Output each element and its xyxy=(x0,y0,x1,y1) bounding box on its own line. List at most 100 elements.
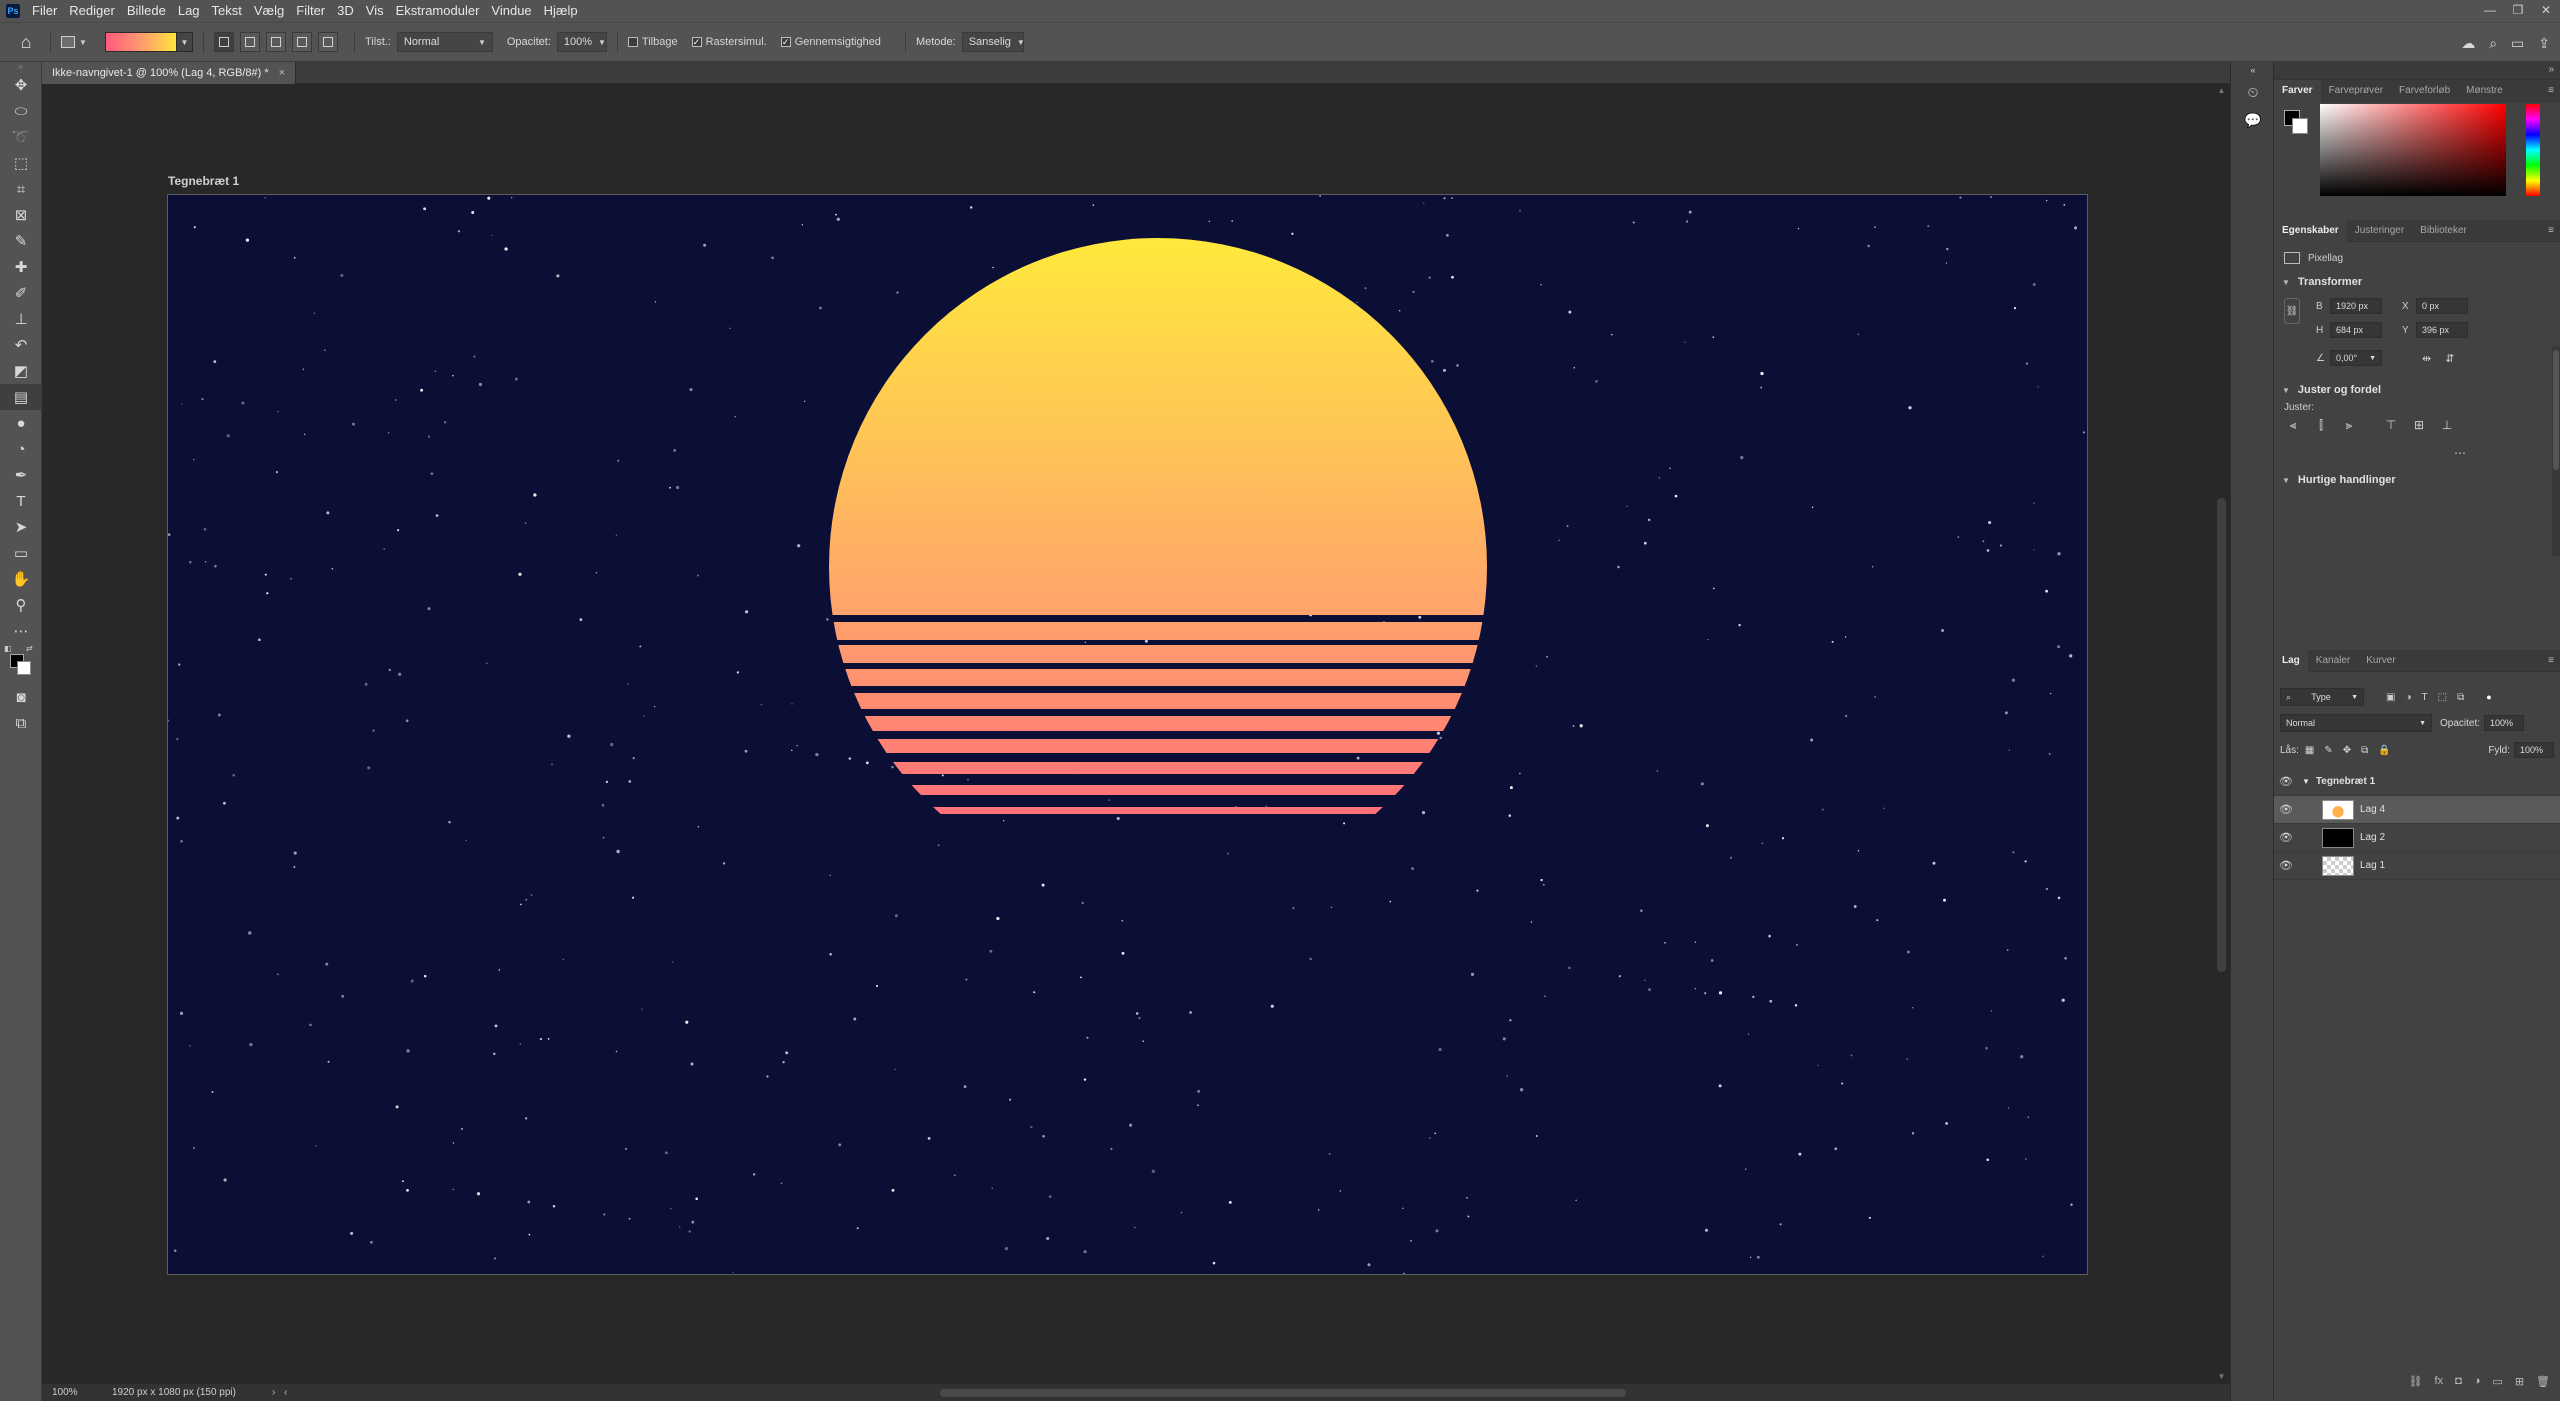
flip-horizontal-icon[interactable]: ⇹ xyxy=(2422,352,2431,365)
properties-scroll-thumb[interactable] xyxy=(2553,350,2559,470)
hand-tool-icon[interactable]: ✋ xyxy=(0,566,42,592)
delete-layer-icon[interactable]: 🗑 xyxy=(2536,1375,2550,1388)
tab-properties[interactable]: Egenskaber xyxy=(2274,219,2347,242)
menu-image[interactable]: Billede xyxy=(121,0,172,22)
new-group-icon[interactable]: ▭ xyxy=(2492,1375,2502,1388)
panel-background-swatch[interactable] xyxy=(2292,118,2308,134)
tab-colors[interactable]: Farver xyxy=(2274,79,2321,102)
filter-shape-icon[interactable]: ⬚ xyxy=(2438,692,2447,703)
menu-plugins[interactable]: Ekstramoduler xyxy=(390,0,486,22)
lock-transparent-icon[interactable]: ▦ xyxy=(2305,745,2314,756)
vertical-scrollbar[interactable]: ▲ ▼ xyxy=(2213,84,2230,1383)
zoom-level[interactable]: 100% xyxy=(42,1387,112,1398)
move-tool-icon[interactable]: ✥ xyxy=(0,72,42,98)
tab-libraries[interactable]: Biblioteker xyxy=(2412,220,2475,242)
menu-file[interactable]: Filer xyxy=(26,0,63,22)
eraser-tool-icon[interactable]: ◩ xyxy=(0,358,42,384)
artboard-label[interactable]: Tegnebræt 1 xyxy=(168,174,239,188)
clone-stamp-tool-icon[interactable]: ⊥ xyxy=(0,306,42,332)
default-colors-icon[interactable]: ◧ xyxy=(4,644,12,653)
transform-section-header[interactable]: ▼ Transformer xyxy=(2282,276,2362,288)
menu-3d[interactable]: 3D xyxy=(331,0,360,22)
chevron-down-icon[interactable]: ▼ xyxy=(2302,777,2310,786)
layer-style-icon[interactable]: fx xyxy=(2435,1375,2444,1387)
more-options-icon[interactable]: ⋯ xyxy=(2454,446,2466,460)
hue-slider[interactable] xyxy=(2526,104,2540,196)
link-layers-icon[interactable]: ⛓ xyxy=(2409,1375,2423,1388)
method-dropdown[interactable]: Sanselig ▼ xyxy=(961,32,1025,52)
menu-filter[interactable]: Filter xyxy=(290,0,331,22)
reflected-gradient-button[interactable] xyxy=(292,32,312,52)
home-icon[interactable]: ⌂ xyxy=(12,28,40,56)
healing-brush-tool-icon[interactable]: ✚ xyxy=(0,254,42,280)
align-hcenter-icon[interactable]: ⫿ xyxy=(2312,416,2330,434)
tab-layers[interactable]: Lag xyxy=(2274,649,2308,672)
screen-mode-icon[interactable]: ⧉ xyxy=(0,710,42,736)
link-dimensions-icon[interactable]: ⛓ xyxy=(2284,298,2300,324)
scroll-down-arrow-icon[interactable]: ▼ xyxy=(2213,1372,2230,1381)
menu-window[interactable]: Vindue xyxy=(485,0,537,22)
rectangle-tool-icon[interactable]: ▭ xyxy=(0,540,42,566)
swap-colors-icon[interactable]: ⇄ xyxy=(26,644,33,653)
tab-adjustments[interactable]: Justeringer xyxy=(2347,220,2412,242)
photoshop-logo-icon[interactable]: Ps xyxy=(6,4,20,18)
reverse-checkbox[interactable]: Tilbage xyxy=(627,36,678,48)
blend-mode-dropdown[interactable]: Normal ▼ xyxy=(2280,714,2432,732)
lock-image-icon[interactable]: ✎ xyxy=(2324,745,2332,756)
collapse-arrows-icon[interactable]: « xyxy=(2231,62,2275,78)
layer-row[interactable]: 👁 Lag 4 xyxy=(2274,796,2560,824)
gradient-tool-icon[interactable]: ▤ xyxy=(0,384,42,410)
align-left-icon[interactable]: ⫷ xyxy=(2284,416,2302,434)
angle-gradient-button[interactable] xyxy=(266,32,286,52)
eyedropper-tool-icon[interactable]: ✎ xyxy=(0,228,42,254)
diamond-gradient-button[interactable] xyxy=(318,32,338,52)
filter-smart-object-icon[interactable]: ⧉ xyxy=(2457,692,2464,703)
marquee-tool-icon[interactable]: ⬭ xyxy=(0,98,42,124)
dodge-tool-icon[interactable]: ◔ xyxy=(0,436,42,462)
comments-panel-icon[interactable]: 💬 xyxy=(2231,106,2275,134)
menu-select[interactable]: Vælg xyxy=(248,0,290,22)
minimize-button[interactable]: — xyxy=(2476,0,2504,22)
close-window-button[interactable]: ✕ xyxy=(2532,0,2560,22)
share-icon[interactable]: ⇪ xyxy=(2538,35,2550,52)
menu-layer[interactable]: Lag xyxy=(172,0,206,22)
menu-edit[interactable]: Rediger xyxy=(63,0,121,22)
frame-tool-icon[interactable]: ⊠ xyxy=(0,202,42,228)
new-layer-icon[interactable]: ⊞ xyxy=(2515,1375,2524,1388)
height-field[interactable]: 684 px xyxy=(2330,322,2382,338)
tab-paths[interactable]: Kurver xyxy=(2358,650,2403,672)
pen-tool-icon[interactable]: ✒ xyxy=(0,462,42,488)
search-icon[interactable]: ⌕ xyxy=(2489,35,2497,52)
align-right-icon[interactable]: ⫸ xyxy=(2340,416,2358,434)
filter-toggle-icon[interactable]: ● xyxy=(2486,692,2491,702)
close-tab-icon[interactable]: × xyxy=(279,67,285,79)
filter-adjustment-icon[interactable]: ◑ xyxy=(2405,692,2411,703)
align-vcenter-icon[interactable]: ⊞ xyxy=(2410,416,2428,434)
x-field[interactable]: 0 px xyxy=(2416,298,2468,314)
lock-artboard-icon[interactable]: ⧉ xyxy=(2361,745,2368,756)
blur-tool-icon[interactable]: ● xyxy=(0,410,42,436)
filter-type-icon[interactable]: T xyxy=(2422,692,2428,703)
vertical-scroll-thumb[interactable] xyxy=(2217,498,2226,972)
brush-tool-icon[interactable]: ✐ xyxy=(0,280,42,306)
lasso-tool-icon[interactable]: ➰ xyxy=(0,124,42,150)
filter-pixel-icon[interactable]: ▣ xyxy=(2386,692,2395,703)
gradient-picker-chevron-icon[interactable]: ▼ xyxy=(177,32,193,52)
align-bottom-icon[interactable]: ⊥ xyxy=(2438,416,2456,434)
collapse-arrows-icon[interactable]: » xyxy=(0,62,41,72)
path-selection-tool-icon[interactable]: ➤ xyxy=(0,514,42,540)
menu-help[interactable]: Hjælp xyxy=(538,0,584,22)
layer-group-row[interactable]: 👁 ▼ Tegnebræt 1 xyxy=(2274,768,2560,796)
background-color-swatch[interactable] xyxy=(17,661,31,675)
document-tab[interactable]: Ikke-navngivet-1 @ 100% (Lag 4, RGB/8#) … xyxy=(42,62,297,84)
flip-vertical-icon[interactable]: ⇵ xyxy=(2445,352,2454,365)
tab-swatches[interactable]: Farveprøver xyxy=(2321,80,2391,102)
tool-preset-picker[interactable]: ▼ xyxy=(61,32,91,52)
history-brush-tool-icon[interactable]: ↶ xyxy=(0,332,42,358)
dither-checkbox[interactable]: ✓ Rastersimul. xyxy=(691,36,767,48)
collapse-panel-icon[interactable]: » xyxy=(2548,64,2554,75)
zoom-tool-icon[interactable]: ⚲ xyxy=(0,592,42,618)
opacity-dropdown[interactable]: 100% ▼ xyxy=(556,32,607,52)
radial-gradient-button[interactable] xyxy=(240,32,260,52)
layer-opacity-field[interactable]: 100% xyxy=(2484,715,2525,731)
